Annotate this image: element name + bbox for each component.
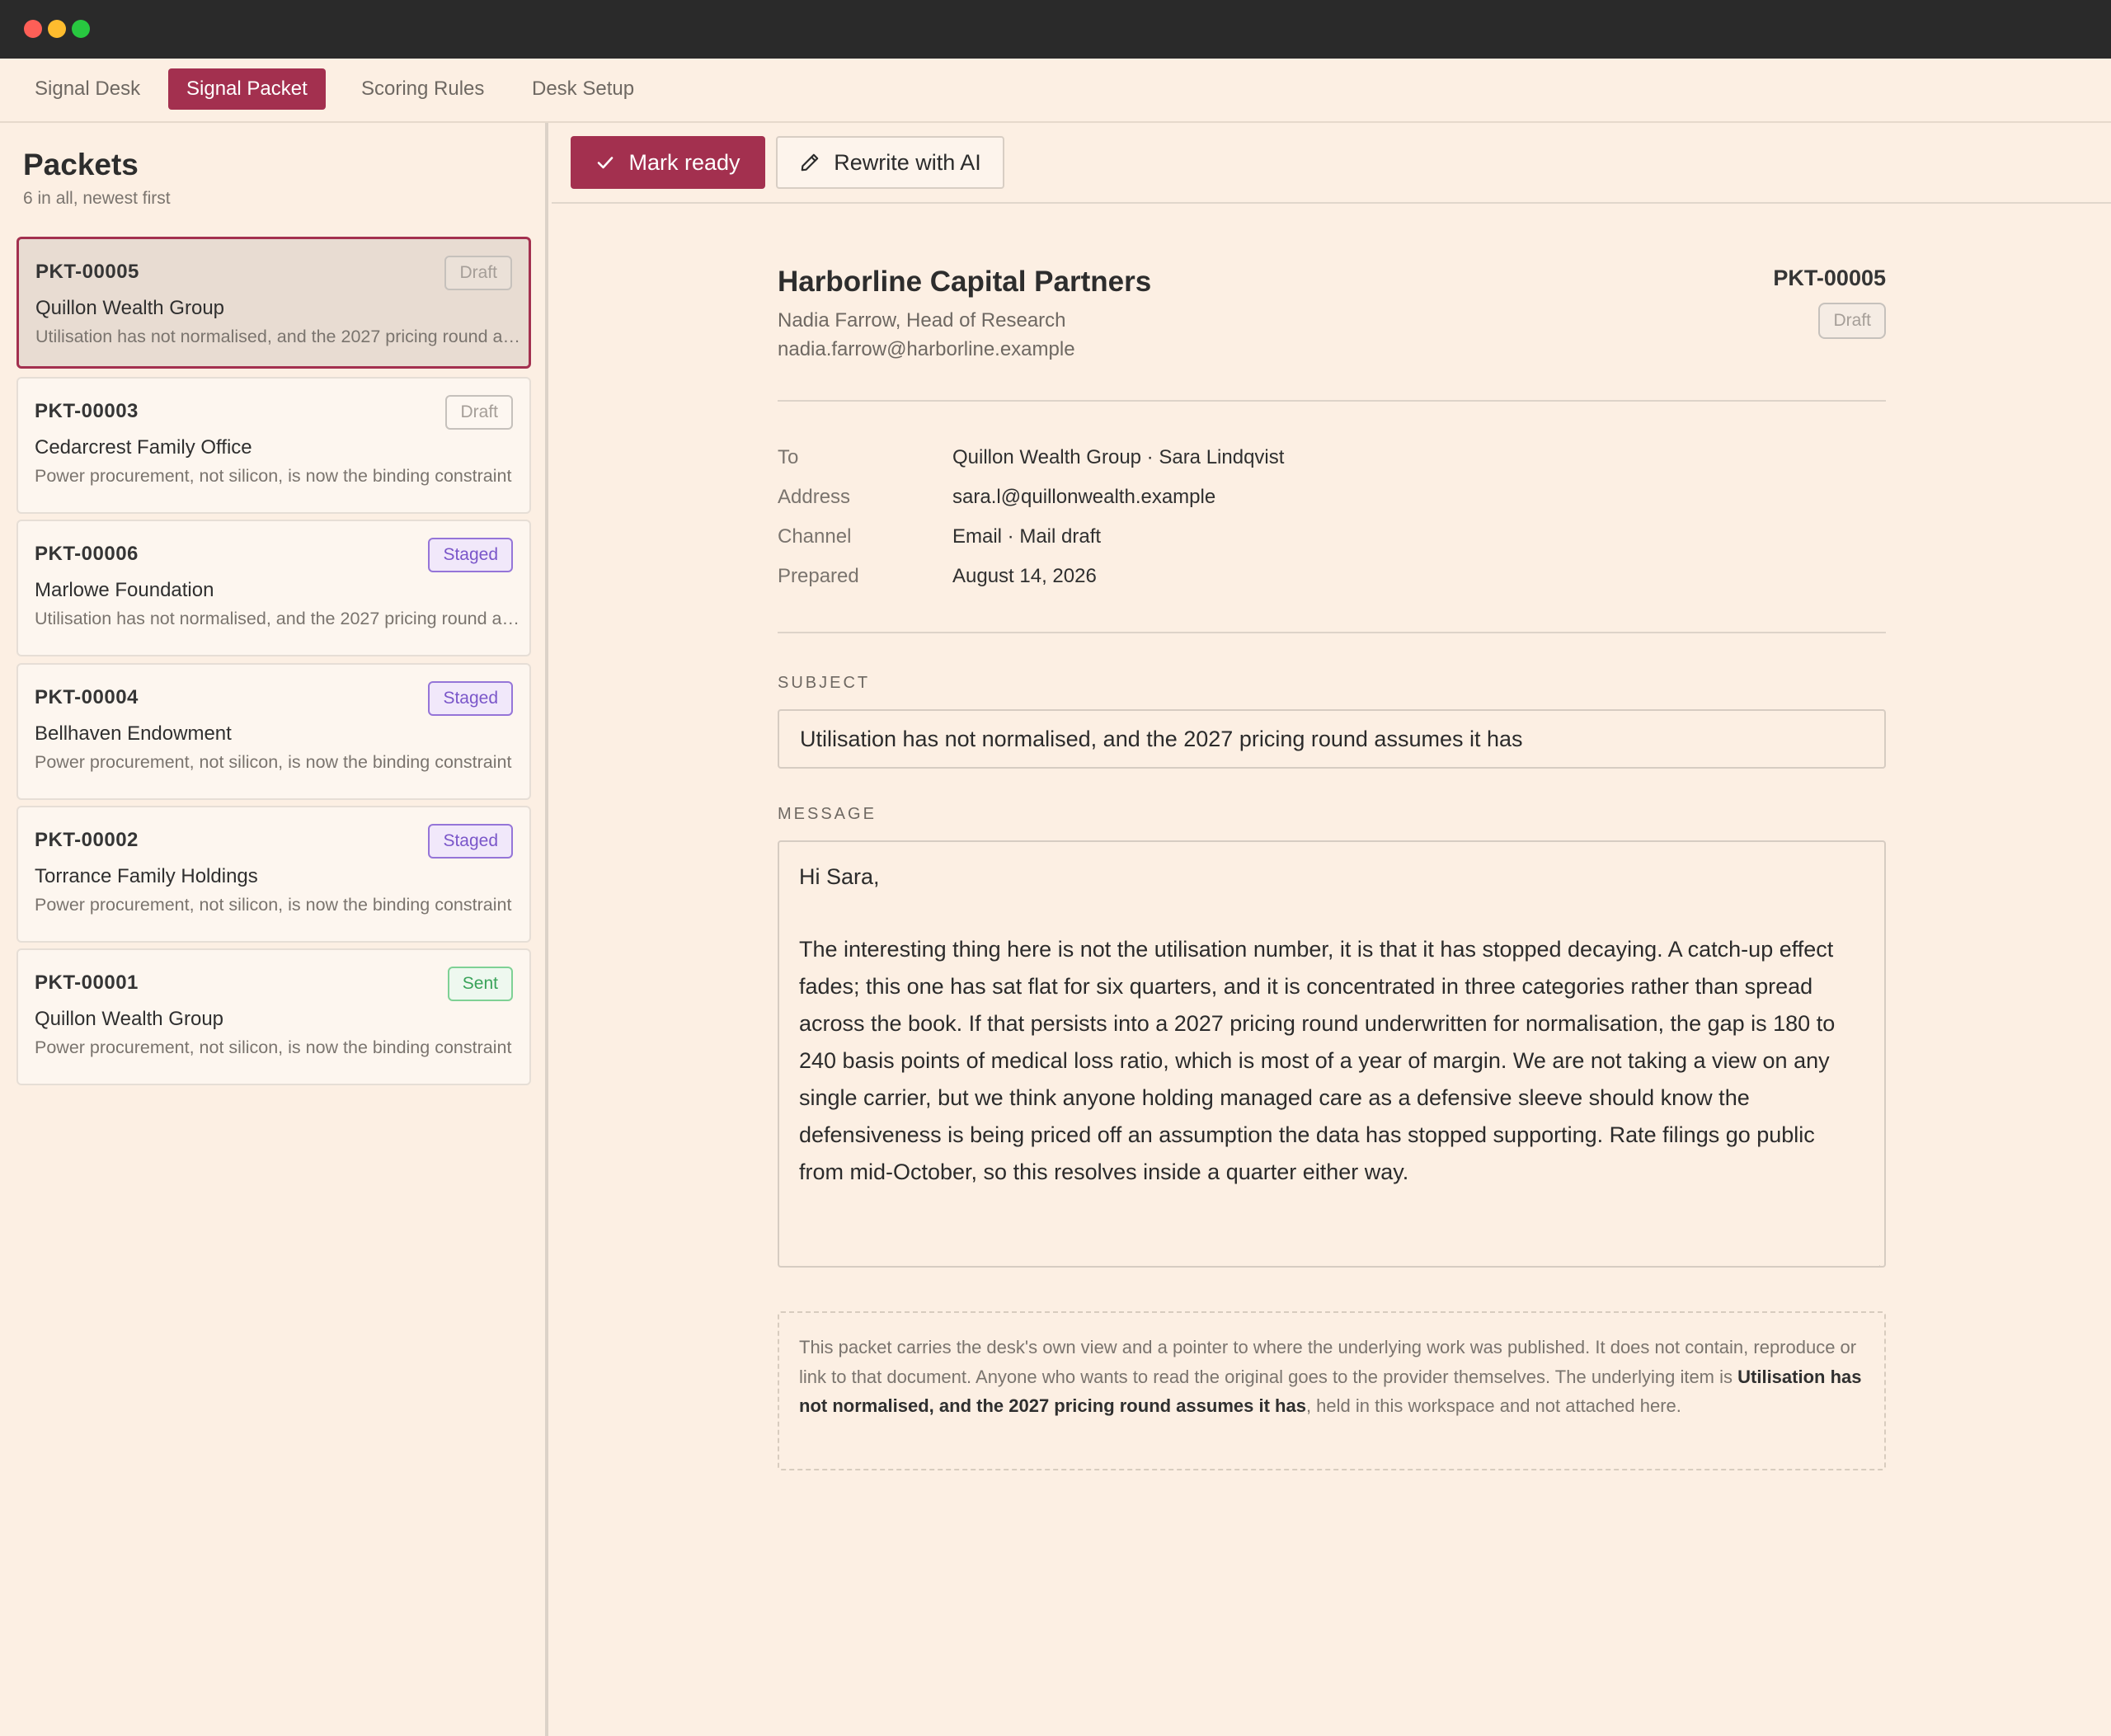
packet-snippet: Power procurement, not silicon, is now t… bbox=[35, 466, 512, 486]
toolbar: Mark ready Rewrite with AI bbox=[552, 123, 2111, 204]
meta-value-prepared: August 14, 2026 bbox=[952, 565, 1097, 587]
title-bar bbox=[0, 0, 2111, 59]
pencil-icon bbox=[799, 152, 820, 173]
status-badge: Sent bbox=[447, 967, 513, 1001]
packet-card[interactable]: PKT-00002 Staged Torrance Family Holding… bbox=[16, 806, 531, 943]
app-window: Signal Desk Signal Packet Scoring Rules … bbox=[0, 0, 2111, 1736]
meta-value-to: Quillon Wealth Group · Sara Lindqvist bbox=[952, 446, 1285, 468]
zoom-window-button[interactable] bbox=[72, 20, 90, 38]
sidebar-subtitle: 6 in all, newest first bbox=[23, 189, 171, 208]
status-badge: Staged bbox=[428, 824, 513, 859]
close-window-button[interactable] bbox=[24, 20, 42, 38]
packet-id: PKT-00004 bbox=[35, 686, 139, 708]
packet-snippet: Power procurement, not silicon, is now t… bbox=[35, 752, 512, 772]
packet-snippet: Power procurement, not silicon, is now t… bbox=[35, 1037, 512, 1057]
sender-email: nadia.farrow@harborline.example bbox=[778, 338, 1075, 360]
mark-ready-label: Mark ready bbox=[628, 149, 740, 175]
tab-bar: Signal Desk Signal Packet Scoring Rules … bbox=[0, 59, 2111, 123]
packet-recipient: Marlowe Foundation bbox=[35, 579, 214, 601]
tab-scoring-rules[interactable]: Scoring Rules bbox=[343, 68, 502, 110]
status-badge: Draft bbox=[445, 395, 513, 430]
rewrite-label: Rewrite with AI bbox=[834, 149, 981, 175]
subject-label: SUBJECT bbox=[778, 674, 871, 692]
packet-card[interactable]: PKT-00006 Staged Marlowe Foundation Util… bbox=[16, 520, 531, 656]
tab-signal-packet[interactable]: Signal Packet bbox=[168, 68, 326, 110]
packet-id: PKT-00003 bbox=[35, 400, 139, 422]
packet-snippet: Utilisation has not normalised, and the … bbox=[35, 327, 522, 346]
message-textarea[interactable]: Hi Sara, The interesting thing here is n… bbox=[778, 840, 1886, 1268]
sender-contact: Nadia Farrow, Head of Research bbox=[778, 309, 1066, 332]
packet-recipient: Quillon Wealth Group bbox=[35, 297, 225, 319]
packet-id: PKT-00001 bbox=[35, 972, 139, 994]
packet-recipient: Bellhaven Endowment bbox=[35, 722, 232, 745]
resize-handle[interactable] bbox=[1869, 1250, 1882, 1266]
packet-recipient: Cedarcrest Family Office bbox=[35, 436, 252, 459]
packet-card[interactable]: PKT-00001 Sent Quillon Wealth Group Powe… bbox=[16, 948, 531, 1085]
packet-card[interactable]: PKT-00003 Draft Cedarcrest Family Office… bbox=[16, 377, 531, 514]
minimize-window-button[interactable] bbox=[48, 20, 66, 38]
packet-recipient: Torrance Family Holdings bbox=[35, 865, 258, 887]
divider bbox=[778, 632, 1886, 633]
subject-input[interactable]: Utilisation has not normalised, and the … bbox=[778, 709, 1886, 769]
divider bbox=[778, 400, 1886, 402]
status-badge: Staged bbox=[428, 538, 513, 572]
meta-label-to: To bbox=[778, 446, 799, 468]
status-badge: Draft bbox=[1818, 303, 1886, 339]
message-body: The interesting thing here is not the ut… bbox=[799, 937, 1836, 1184]
packet-id-heading: PKT-00005 bbox=[1773, 266, 1886, 290]
note-text-suffix: , held in this workspace and not attache… bbox=[1305, 1395, 1681, 1416]
packet-detail: Mark ready Rewrite with AI Harborline Ca… bbox=[552, 123, 2111, 1736]
check-icon bbox=[595, 153, 615, 172]
message-label: MESSAGE bbox=[778, 805, 877, 823]
rewrite-with-ai-button[interactable]: Rewrite with AI bbox=[776, 136, 1004, 189]
packets-sidebar: Packets 6 in all, newest first PKT-00005… bbox=[0, 123, 548, 1736]
sidebar-title: Packets bbox=[23, 148, 139, 181]
status-badge: Staged bbox=[428, 681, 513, 716]
provenance-note: This packet carries the desk's own view … bbox=[778, 1311, 1886, 1470]
tab-desk-setup[interactable]: Desk Setup bbox=[514, 68, 652, 110]
mark-ready-button[interactable]: Mark ready bbox=[571, 136, 765, 189]
packet-recipient: Quillon Wealth Group bbox=[35, 1008, 224, 1030]
packet-card[interactable]: PKT-00005 Draft Quillon Wealth Group Uti… bbox=[16, 237, 531, 369]
message-greeting: Hi Sara, bbox=[799, 864, 880, 889]
tab-signal-desk[interactable]: Signal Desk bbox=[16, 68, 158, 110]
meta-label-prepared: Prepared bbox=[778, 565, 859, 587]
sender-company: Harborline Capital Partners bbox=[778, 266, 1152, 298]
packet-id: PKT-00005 bbox=[35, 261, 139, 283]
packet-id: PKT-00006 bbox=[35, 543, 139, 565]
packet-snippet: Power procurement, not silicon, is now t… bbox=[35, 895, 512, 915]
meta-label-address: Address bbox=[778, 486, 851, 508]
meta-value-address: sara.l@quillonwealth.example bbox=[952, 486, 1216, 508]
packet-id: PKT-00002 bbox=[35, 829, 139, 851]
meta-label-channel: Channel bbox=[778, 525, 852, 548]
packet-snippet: Utilisation has not normalised, and the … bbox=[35, 609, 521, 628]
note-text-prefix: This packet carries the desk's own view … bbox=[799, 1337, 1857, 1387]
status-badge: Draft bbox=[444, 256, 512, 290]
packet-card[interactable]: PKT-00004 Staged Bellhaven Endowment Pow… bbox=[16, 663, 531, 800]
meta-value-channel: Email · Mail draft bbox=[952, 525, 1102, 548]
